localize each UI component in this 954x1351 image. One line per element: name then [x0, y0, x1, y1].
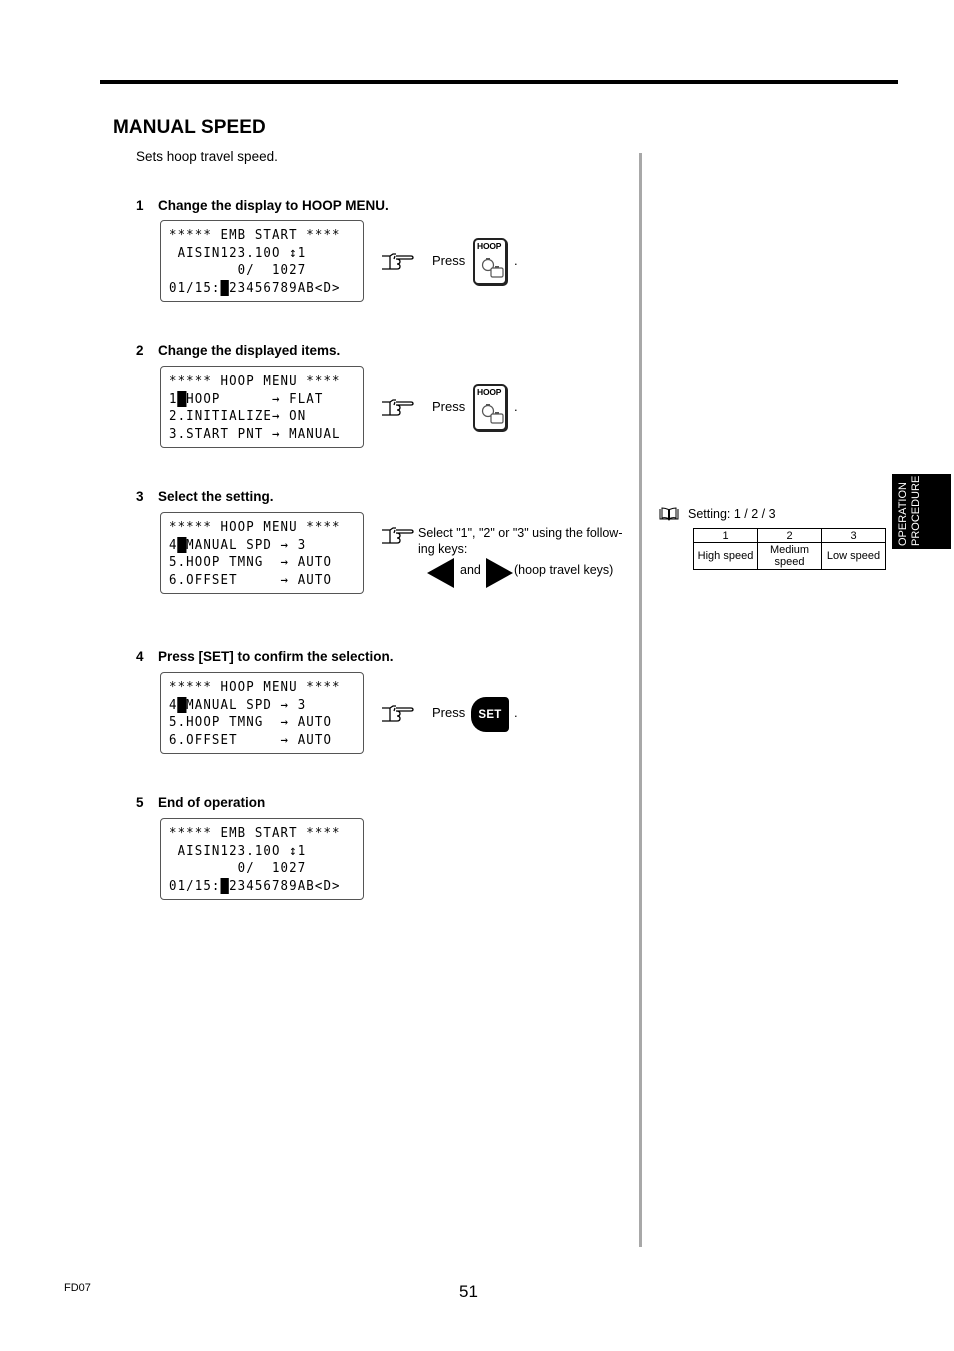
intro-text: Sets hoop travel speed. [136, 149, 278, 164]
lcd-line: 6.OFFSET → AUTO [169, 571, 333, 588]
step-title: Change the displayed items. [158, 343, 341, 358]
lcd-line: 01/15:123456789AB<D> [169, 877, 341, 894]
lcd-line: ***** EMB START **** [169, 825, 341, 841]
column-divider [639, 153, 642, 1247]
speed-settings-table: 1 2 3 High speed Medium speed Low speed [693, 528, 886, 570]
lcd-line: ***** HOOP MENU **** [169, 679, 341, 695]
table-header-row: 1 2 3 [693, 528, 886, 543]
step-number: 5 [136, 795, 144, 810]
sentence-period: . [514, 253, 518, 268]
sentence-period: . [514, 705, 518, 720]
press-label: Press [432, 705, 466, 720]
step-title: Press [SET] to confirm the selection. [158, 649, 394, 664]
hoop-key[interactable]: HOOP [473, 238, 507, 285]
hoop-travel-keys-note: (hoop travel keys) [514, 563, 614, 577]
lcd-display: ***** EMB START **** AISIN123.10O ↕1 0/ … [160, 220, 364, 302]
footer-code: FD07 [64, 1282, 91, 1294]
sentence-period: . [514, 399, 518, 414]
pointing-hand-icon [382, 253, 414, 270]
step-title: Select the setting. [158, 489, 274, 504]
hoop-key-label: HOOP [477, 387, 502, 397]
section-tab-label: OPERATION PROCEDURE [897, 475, 922, 546]
hoop-travel-left-key-icon[interactable] [427, 558, 454, 588]
step-3-heading: 3 Select the setting. [136, 489, 274, 504]
step-number: 1 [136, 198, 144, 213]
lcd-line: ***** HOOP MENU **** [169, 519, 341, 535]
step-2-heading: 2 Change the displayed items. [136, 343, 340, 358]
lcd-line: 0/ 1027 [169, 860, 307, 877]
lcd-line: 6.OFFSET → AUTO [169, 731, 333, 748]
step-title: End of operation [158, 795, 266, 810]
press-label: Press [432, 399, 466, 414]
hoop-icon [481, 258, 504, 278]
hoop-key[interactable]: HOOP [473, 384, 507, 431]
step-1-heading: 1 Change the display to HOOP MENU. [136, 198, 389, 213]
step-4-heading: 4 Press [SET] to confirm the selection. [136, 649, 394, 664]
step-number: 4 [136, 649, 144, 664]
table-cell: Medium speed [757, 542, 822, 570]
lcd-line: ***** HOOP MENU **** [169, 373, 341, 389]
step-title: Change the display to HOOP MENU. [158, 198, 389, 213]
table-row: High speed Medium speed Low speed [693, 542, 886, 570]
lcd-cursor: . [177, 536, 187, 553]
lcd-line: 4.MANUAL SPD → 3 [169, 696, 307, 713]
step-5-heading: 5 End of operation [136, 795, 265, 810]
lcd-line: 0/ 1027 [169, 262, 307, 279]
lcd-line: 1.HOOP → FLAT [169, 390, 324, 407]
table-cell: High speed [693, 542, 758, 570]
lcd-display: ***** HOOP MENU **** 4.MANUAL SPD → 3 5.… [160, 512, 364, 594]
lcd-cursor: . [177, 390, 187, 407]
lcd-display: ***** HOOP MENU **** 1.HOOP → FLAT 2.INI… [160, 366, 364, 448]
step-number: 3 [136, 489, 144, 504]
pointing-hand-icon [382, 399, 414, 416]
pointing-hand-icon [382, 705, 414, 722]
step-number: 2 [136, 343, 144, 358]
press-label: Press [432, 253, 466, 268]
section-tab: OPERATION PROCEDURE [892, 474, 951, 549]
table-header-cell: 3 [821, 528, 886, 543]
lcd-line: 3.START PNT → MANUAL [169, 425, 341, 442]
lcd-line: 4.MANUAL SPD → 3 [169, 536, 307, 553]
table-header-cell: 1 [693, 528, 758, 543]
and-label: and [460, 563, 481, 577]
table-cell: Low speed [821, 542, 886, 570]
set-key[interactable]: SET [471, 697, 509, 732]
lcd-line: ***** EMB START **** [169, 227, 341, 243]
setting-label: Setting: 1 / 2 / 3 [688, 507, 776, 521]
book-icon [659, 507, 679, 521]
hoop-travel-right-key-icon[interactable] [486, 558, 513, 588]
lcd-cursor: . [177, 696, 187, 713]
lcd-line: 5.HOOP TMNG → AUTO [169, 554, 333, 571]
hoop-icon [481, 404, 504, 424]
lcd-cursor: 1 [220, 279, 230, 296]
lcd-display: ***** HOOP MENU **** 4.MANUAL SPD → 3 5.… [160, 672, 364, 754]
top-rule [100, 80, 898, 84]
pointing-hand-icon [382, 527, 414, 544]
lcd-line: 5.HOOP TMNG → AUTO [169, 714, 333, 731]
hoop-key-label: HOOP [477, 241, 502, 251]
table-header-cell: 2 [757, 528, 822, 543]
lcd-line: 2.INITIALIZE→ ON [169, 408, 307, 425]
lcd-cursor: 1 [220, 877, 230, 894]
page-title: MANUAL SPEED [113, 117, 266, 138]
lcd-line: 01/15:123456789AB<D> [169, 279, 341, 296]
lcd-line: AISIN123.10O ↕1 [169, 842, 307, 859]
page-number: 51 [459, 1282, 478, 1301]
select-instruction: Select "1", "2" or "3" using the follow-… [418, 526, 623, 556]
lcd-display: ***** EMB START **** AISIN123.10O ↕1 0/ … [160, 818, 364, 900]
lcd-line: AISIN123.10O ↕1 [169, 244, 307, 261]
